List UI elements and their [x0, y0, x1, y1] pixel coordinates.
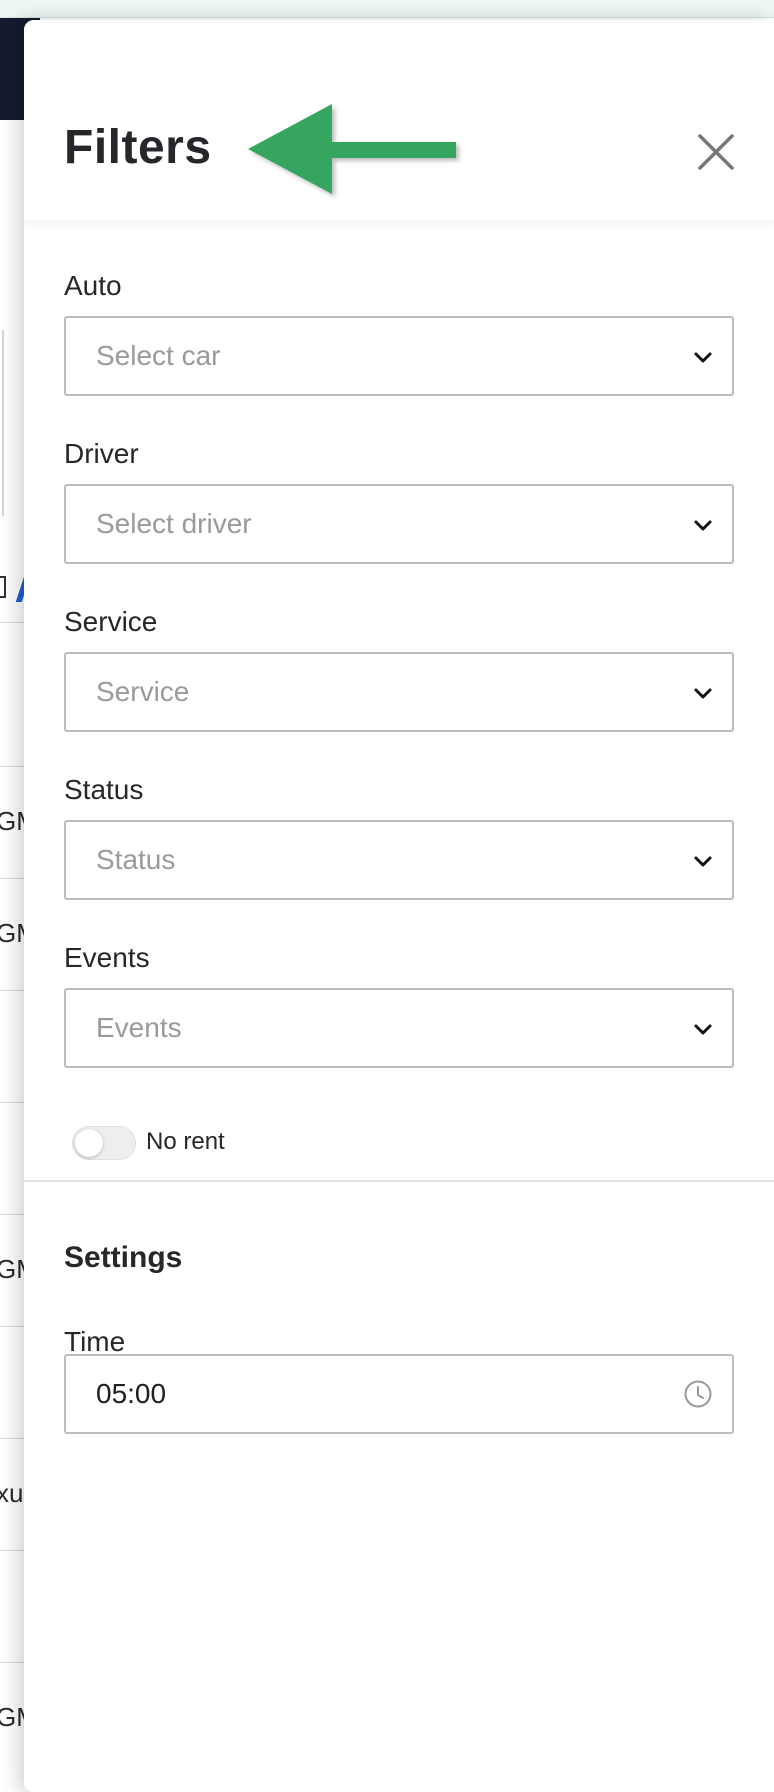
service-label: Service	[64, 606, 158, 637]
green-arrow-annotation	[248, 104, 456, 194]
drawer-header: Filters	[24, 20, 774, 220]
background-top-bar	[0, 0, 774, 18]
service-select-placeholder: Service	[96, 676, 190, 707]
background-grid-icon	[0, 576, 6, 598]
time-input[interactable]	[96, 1378, 596, 1410]
chevron-down-icon	[694, 520, 712, 531]
settings-title: Settings	[64, 1241, 183, 1274]
no-rent-toggle[interactable]	[72, 1126, 136, 1160]
status-select-placeholder: Status	[96, 844, 176, 875]
chevron-down-icon	[694, 1024, 712, 1035]
filters-drawer: Filters Auto Select car Driver Select dr…	[24, 20, 774, 1792]
time-field[interactable]	[64, 1354, 734, 1434]
chevron-down-icon	[694, 688, 712, 699]
drawer-title: Filters	[64, 121, 212, 174]
close-button[interactable]	[694, 130, 738, 174]
auto-select[interactable]: Select car	[64, 316, 734, 396]
events-select-placeholder: Events	[96, 1012, 182, 1043]
status-select[interactable]: Status	[64, 820, 734, 900]
close-icon	[698, 134, 734, 170]
driver-label: Driver	[64, 438, 139, 469]
events-label: Events	[64, 942, 150, 973]
chevron-down-icon	[694, 352, 712, 363]
service-select[interactable]: Service	[64, 652, 734, 732]
toggle-knob	[75, 1129, 103, 1157]
driver-select[interactable]: Select driver	[64, 484, 734, 564]
auto-label: Auto	[64, 270, 122, 301]
events-select[interactable]: Events	[64, 988, 734, 1068]
auto-select-placeholder: Select car	[96, 340, 221, 371]
background-divider	[2, 330, 4, 516]
background-row-text: xu	[0, 1478, 24, 1508]
status-label: Status	[64, 774, 144, 805]
no-rent-label: No rent	[146, 1128, 225, 1155]
section-divider	[24, 1180, 774, 1182]
chevron-down-icon	[694, 856, 712, 867]
clock-icon[interactable]	[682, 1378, 714, 1410]
driver-select-placeholder: Select driver	[96, 508, 252, 539]
no-rent-toggle-row: No rent	[72, 1126, 372, 1160]
